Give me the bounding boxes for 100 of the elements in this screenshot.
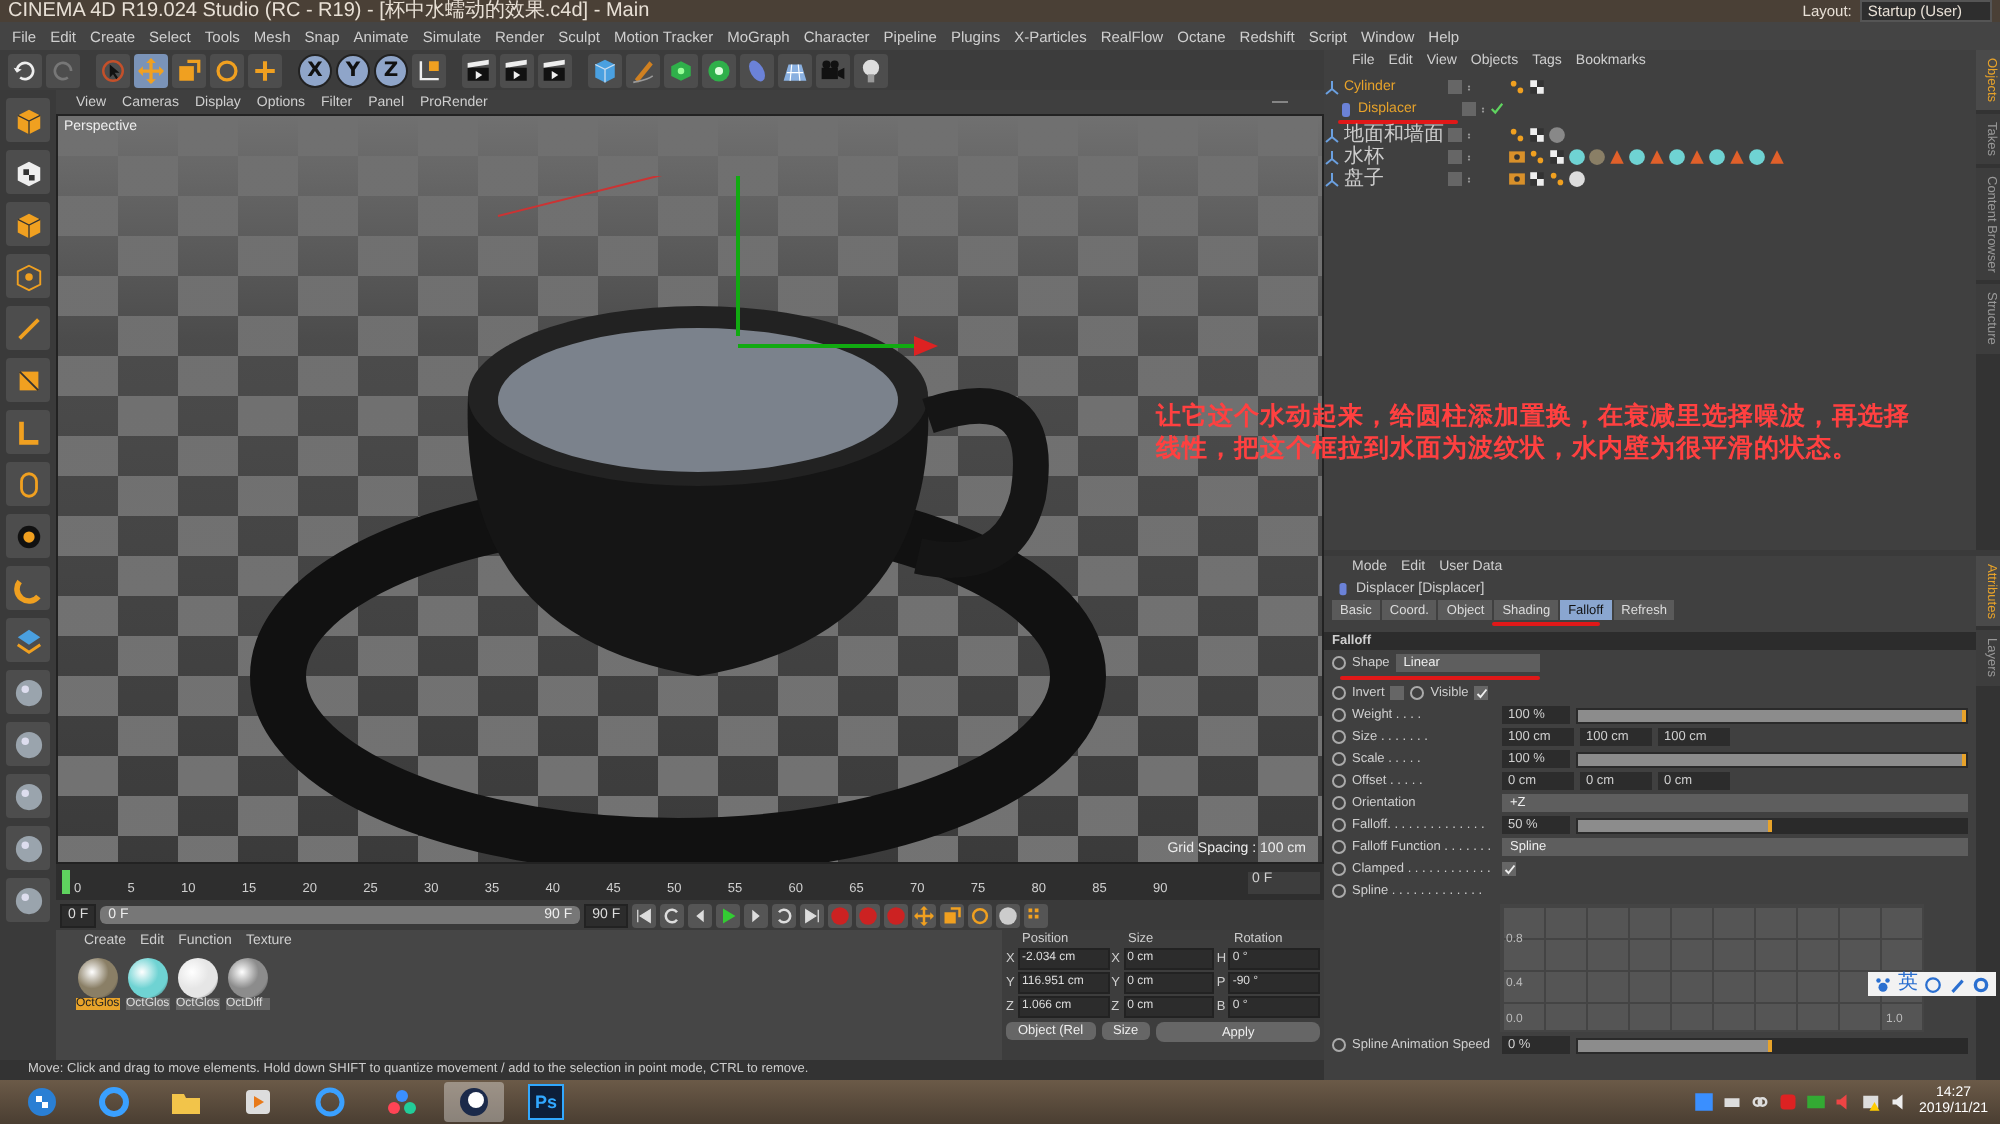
- toolbar-button[interactable]: [854, 53, 888, 87]
- l-tool-icon: [13, 417, 43, 447]
- window-title: CINEMA 4D R19.024 Studio (RC - R19) - [杯中水蠕动的效果.c4d] - Main: [8, 0, 652, 22]
- transport-button[interactable]: [660, 903, 685, 927]
- toolbar-button[interactable]: [462, 53, 496, 87]
- material-ball-icon: [1748, 148, 1766, 166]
- toolbar-button[interactable]: [6, 150, 50, 194]
- axis-icon: [416, 57, 442, 83]
- transport-button[interactable]: [912, 903, 937, 927]
- toolbar-button[interactable]: [702, 53, 736, 87]
- rotate-icon: [214, 57, 240, 83]
- cube-icon: [13, 209, 43, 239]
- light-bulb-icon: [858, 57, 884, 83]
- keyframe-icon[interactable]: [1410, 686, 1425, 700]
- checkbox[interactable]: [1390, 686, 1405, 700]
- toolbar-button[interactable]: [6, 514, 50, 558]
- play-icon: [242, 1086, 274, 1118]
- transport-button[interactable]: [744, 903, 769, 927]
- edge-icon: [13, 313, 43, 343]
- move-icon: [914, 905, 935, 925]
- toolbar-button[interactable]: [778, 53, 812, 87]
- object-tree-item[interactable]: 水杯: [1324, 146, 1448, 168]
- slider-track[interactable]: [1576, 817, 1968, 833]
- skip-start-icon: [634, 905, 655, 925]
- axis-toggle-button[interactable]: X: [298, 53, 332, 87]
- null-object-icon: [1324, 171, 1340, 187]
- input-mode-toggle[interactable]: 英: [1898, 972, 1918, 996]
- rotate-icon: [970, 905, 991, 925]
- material-ball-icon: [1628, 148, 1646, 166]
- redo-icon: [50, 57, 76, 83]
- slider-track[interactable]: [1576, 1037, 1968, 1053]
- deformer-icon: [1336, 582, 1350, 596]
- clapperboard-icon: [504, 57, 530, 83]
- sphere-icon: [13, 677, 43, 707]
- axis-toggle-button[interactable]: Z: [374, 53, 408, 87]
- checker-tag-icon: [1528, 78, 1546, 96]
- start-orb-icon: [26, 1086, 58, 1118]
- record-icon: [858, 905, 879, 925]
- polygon-icon: [13, 365, 43, 395]
- checker-tag-icon: [1528, 170, 1546, 188]
- null-object-icon: [1324, 127, 1340, 143]
- loop-icon: [662, 905, 683, 925]
- pen-icon: [1948, 975, 1966, 993]
- phong-tag-icon: [1548, 170, 1566, 188]
- checker-tag-icon: [1528, 126, 1546, 144]
- clapperboard-icon: [542, 57, 568, 83]
- object-tree-item[interactable]: 盘子: [1324, 168, 1448, 190]
- toolbar-button[interactable]: [664, 53, 698, 87]
- move-icon: [138, 57, 164, 83]
- plus-icon: [252, 57, 278, 83]
- toolbar-button[interactable]: [412, 53, 446, 87]
- toolbar-button[interactable]: [538, 53, 572, 87]
- phong-tag-icon: [1508, 126, 1526, 144]
- checkmark-icon: [1503, 863, 1515, 875]
- material-ball-icon: [1668, 148, 1686, 166]
- taskbar-button[interactable]: Ps: [516, 1082, 576, 1122]
- deformer-icon: [1338, 101, 1354, 117]
- layer-swatch: [1448, 80, 1462, 94]
- link-icon[interactable]: [1750, 1092, 1771, 1112]
- checkmark-icon: [1475, 687, 1488, 699]
- annotation-underline: [1492, 622, 1600, 626]
- taskbar-button[interactable]: [444, 1082, 504, 1122]
- sphere-icon: [13, 729, 43, 759]
- toolbar-button[interactable]: [8, 53, 42, 87]
- transport-button[interactable]: [772, 903, 797, 927]
- polygon-object-icon: [668, 57, 694, 83]
- transport-button[interactable]: [968, 903, 993, 927]
- loop-icon: [774, 905, 795, 925]
- app-logo: Ps: [528, 1084, 564, 1120]
- cube-icon: [13, 105, 43, 135]
- object-name: 盘子: [1344, 168, 1384, 190]
- toolbar-button[interactable]: [588, 53, 622, 87]
- transport-button[interactable]: [688, 903, 713, 927]
- transport-button[interactable]: [632, 903, 657, 927]
- camera-icon: [820, 57, 846, 83]
- transport-button[interactable]: [800, 903, 825, 927]
- keyframe-icon[interactable]: [1332, 656, 1346, 670]
- sphere-logo-icon: [458, 1086, 490, 1118]
- deformer-icon: [744, 57, 770, 83]
- checkbox[interactable]: [1502, 862, 1516, 876]
- null-object-icon: [1324, 79, 1340, 95]
- sphere-icon: [13, 885, 43, 915]
- object-name: 地面和墙面: [1344, 124, 1444, 146]
- transport-button[interactable]: [940, 903, 965, 927]
- transport-button[interactable]: [1024, 903, 1049, 927]
- object-tree-item[interactable]: 地面和墙面: [1324, 124, 1448, 146]
- keyframe-icon[interactable]: [1332, 1038, 1346, 1052]
- axis-toggle-button[interactable]: Y: [336, 53, 370, 87]
- network-warning-icon[interactable]: [1862, 1092, 1883, 1112]
- toolbar-button[interactable]: [500, 53, 534, 87]
- checker-tag-icon: [1548, 148, 1566, 166]
- undo-icon: [12, 57, 38, 83]
- octane-tag-icon: [1508, 170, 1526, 188]
- material-ball-icon: [1708, 148, 1726, 166]
- clapperboard-icon: [466, 57, 492, 83]
- transport-button[interactable]: [716, 903, 741, 927]
- checkbox[interactable]: [1474, 686, 1489, 700]
- sphere-icon: [13, 833, 43, 863]
- layer-swatch: [1462, 102, 1476, 116]
- cone-icon: [1768, 148, 1786, 166]
